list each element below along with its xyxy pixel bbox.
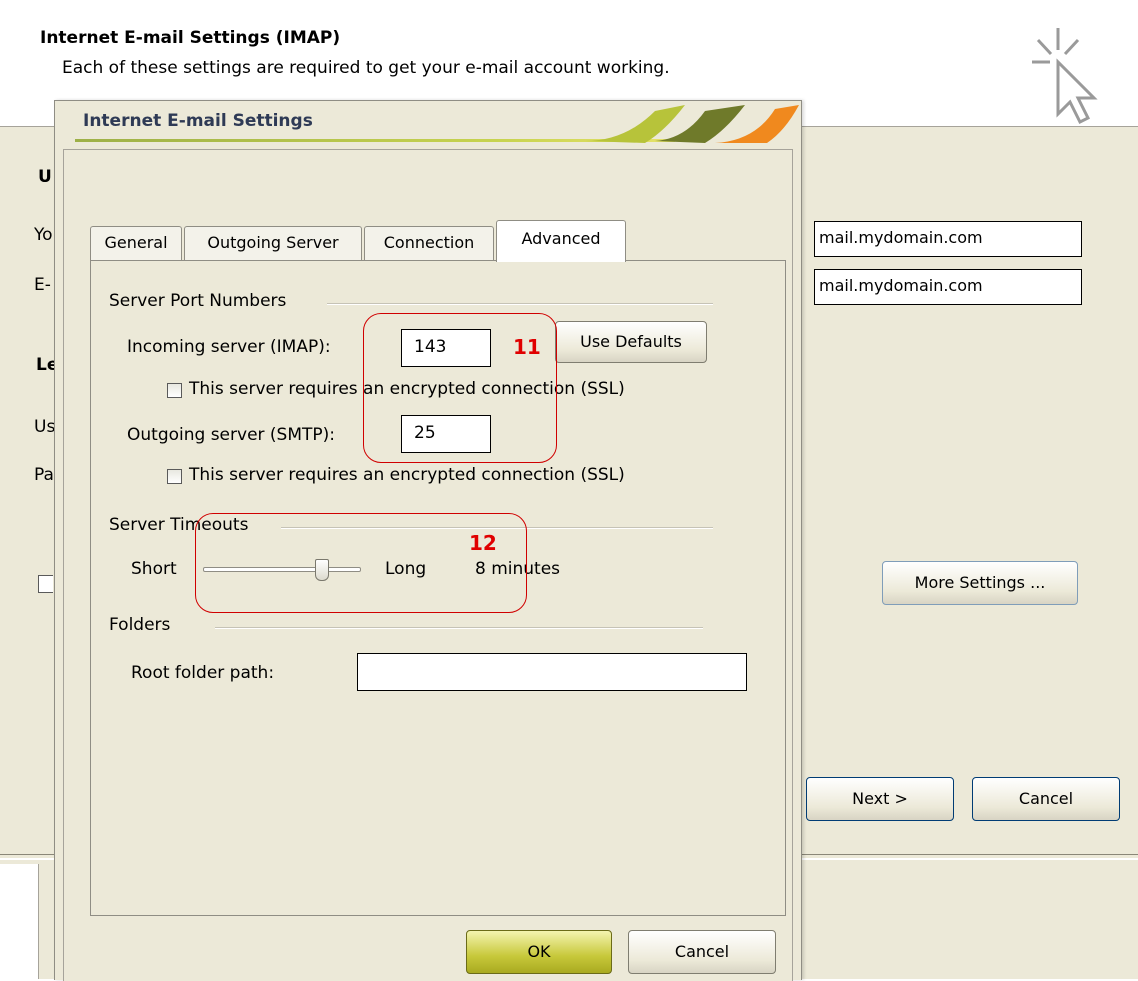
server-port-numbers-group-label: Server Port Numbers xyxy=(109,291,287,311)
next-button[interactable]: Next > xyxy=(806,777,954,821)
title-swoosh-icon xyxy=(585,105,799,143)
outgoing-port-input[interactable]: 25 xyxy=(401,415,491,453)
server-timeouts-group-label: Server Timeouts xyxy=(109,515,249,535)
wizard-partial-label: Yo xyxy=(34,225,53,245)
incoming-ssl-checkbox[interactable] xyxy=(167,383,182,398)
wizard-outgoing-server-input[interactable]: mail.mydomain.com xyxy=(814,269,1082,305)
cursor-click-icon xyxy=(1032,28,1098,125)
folders-group-label: Folders xyxy=(109,615,171,635)
timeout-short-label: Short xyxy=(131,559,177,579)
timeout-long-label: Long xyxy=(385,559,427,579)
timeout-slider-thumb[interactable] xyxy=(314,559,329,581)
dialog-title: Internet E-mail Settings xyxy=(83,111,313,131)
wizard-partial-label: E- xyxy=(34,275,51,295)
tab-outgoing-server[interactable]: Outgoing Server xyxy=(184,226,362,260)
wizard-subtitle: Each of these settings are required to g… xyxy=(62,58,670,78)
dialog-body: General Outgoing Server Connection Advan… xyxy=(63,149,793,981)
tab-advanced[interactable]: Advanced xyxy=(496,220,626,262)
group-divider xyxy=(281,527,713,529)
more-settings-button[interactable]: More Settings ... xyxy=(882,561,1078,605)
ok-button[interactable]: OK xyxy=(466,930,612,974)
advanced-tab-panel: Server Port Numbers Incoming server (IMA… xyxy=(90,260,786,916)
dialog-cancel-button[interactable]: Cancel xyxy=(628,930,776,974)
annotation-timeouts-number: 12 xyxy=(469,531,497,555)
use-defaults-button[interactable]: Use Defaults xyxy=(555,321,707,363)
incoming-server-label: Incoming server (IMAP): xyxy=(127,337,331,357)
wizard-title: Internet E-mail Settings (IMAP) xyxy=(40,28,341,48)
tab-connection[interactable]: Connection xyxy=(364,226,494,260)
group-divider xyxy=(215,627,703,629)
tab-general[interactable]: General xyxy=(90,226,182,260)
wizard-cancel-button[interactable]: Cancel xyxy=(972,777,1120,821)
wizard-partial-label: U xyxy=(38,167,52,187)
timeout-value-label: 8 minutes xyxy=(475,559,561,579)
incoming-ssl-label: This server requires an encrypted connec… xyxy=(189,379,625,399)
root-folder-label: Root folder path: xyxy=(131,663,275,683)
outgoing-server-label: Outgoing server (SMTP): xyxy=(127,425,336,445)
wizard-checkbox-partial[interactable] xyxy=(38,575,53,593)
wizard-partial-label: Us xyxy=(34,417,56,437)
annotation-ports-number: 11 xyxy=(513,335,541,359)
wizard-partial-label: Pa xyxy=(34,465,54,485)
incoming-port-input[interactable]: 143 xyxy=(401,329,491,367)
wizard-incoming-server-input[interactable]: mail.mydomain.com xyxy=(814,221,1082,257)
internet-email-settings-dialog: Internet E-mail Settings General Outgoin… xyxy=(54,100,802,981)
outgoing-ssl-checkbox[interactable] xyxy=(167,469,182,484)
timeout-slider-track[interactable] xyxy=(203,567,361,572)
group-divider xyxy=(327,303,713,305)
outgoing-ssl-label: This server requires an encrypted connec… xyxy=(189,465,625,485)
root-folder-input[interactable] xyxy=(357,653,747,691)
